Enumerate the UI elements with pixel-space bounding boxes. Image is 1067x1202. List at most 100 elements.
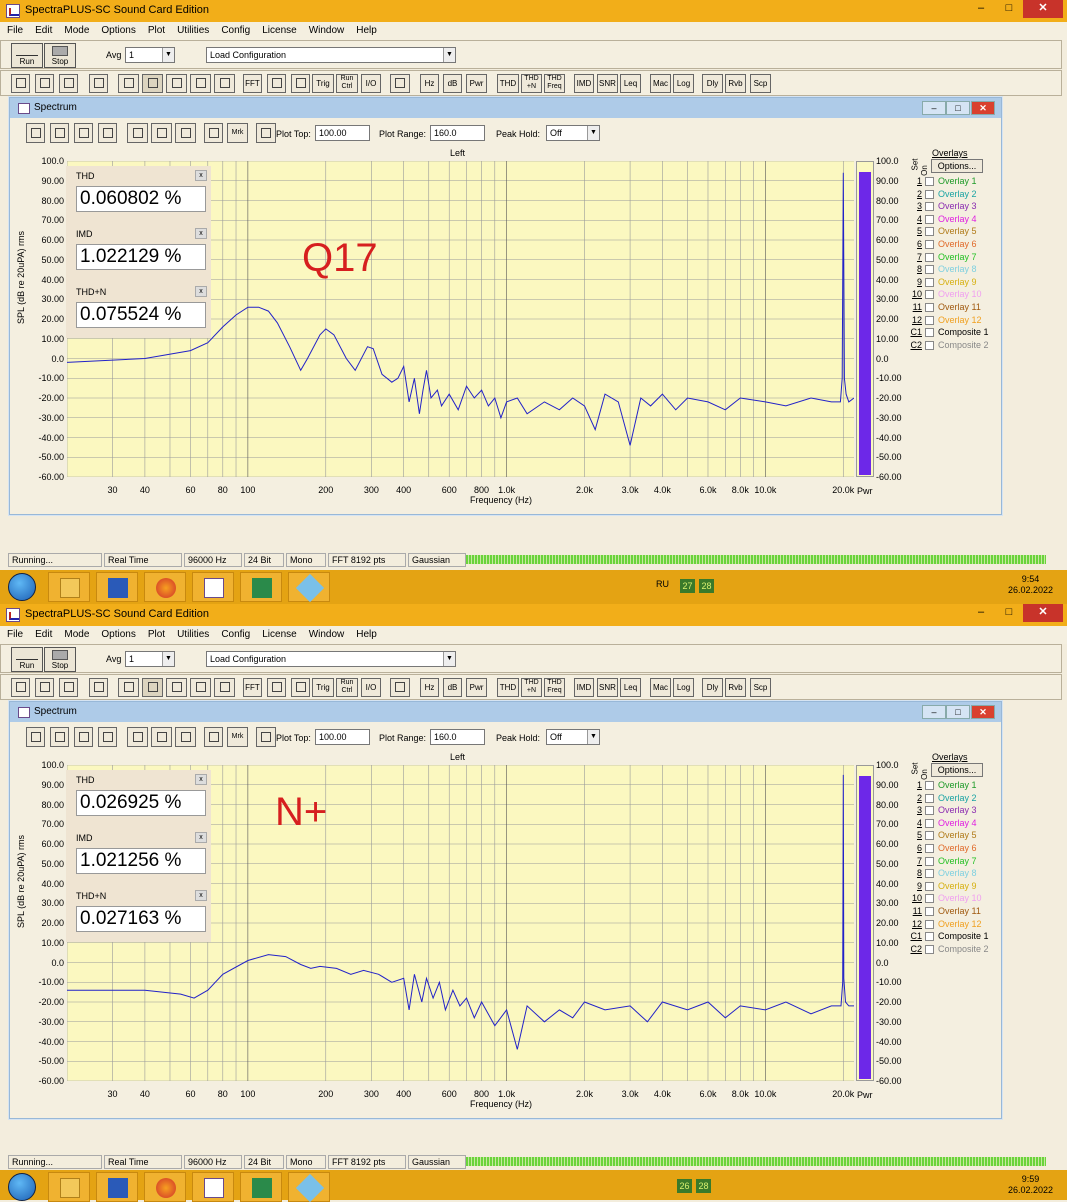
log-button[interactable]: Log bbox=[673, 74, 694, 93]
leq-button[interactable]: Leq bbox=[620, 74, 641, 93]
cursor-icon[interactable] bbox=[256, 727, 276, 747]
ruler-icon[interactable] bbox=[267, 678, 286, 697]
line-plot-icon[interactable] bbox=[127, 727, 148, 747]
overlay-set-button[interactable]: 12 bbox=[907, 919, 922, 929]
meter-close-button[interactable]: x bbox=[195, 228, 207, 239]
spectrum-minimize-button[interactable]: – bbox=[922, 705, 946, 719]
overlay-set-button[interactable]: 9 bbox=[907, 277, 922, 287]
bar-plot-icon[interactable] bbox=[175, 123, 196, 143]
overlay-checkbox[interactable] bbox=[925, 177, 934, 186]
mac-button[interactable]: Mac bbox=[650, 74, 671, 93]
menu-mode[interactable]: Mode bbox=[57, 22, 94, 36]
config-icon[interactable] bbox=[214, 678, 235, 697]
peak-hold-select[interactable]: Off ▼ bbox=[546, 729, 600, 745]
new-icon[interactable] bbox=[11, 74, 30, 93]
overlay-set-button[interactable]: C1 bbox=[907, 931, 922, 941]
overlay-checkbox[interactable] bbox=[925, 227, 934, 237]
taskbar-firefox[interactable] bbox=[144, 1172, 186, 1202]
config-select[interactable]: Load Configuration ▼ bbox=[206, 651, 456, 667]
overlay-set-button[interactable]: 4 bbox=[907, 214, 922, 224]
plot-top-input[interactable]: 100.00 bbox=[315, 729, 370, 745]
list-icon[interactable] bbox=[204, 123, 223, 143]
overlay-checkbox[interactable] bbox=[925, 944, 934, 954]
weight-icon[interactable] bbox=[291, 678, 310, 697]
menu-window[interactable]: Window bbox=[302, 22, 350, 36]
overlay-checkbox[interactable] bbox=[925, 806, 934, 816]
run-button[interactable]: Run bbox=[11, 43, 43, 68]
scp-button[interactable]: Scp bbox=[750, 74, 771, 93]
menu-config[interactable]: Config bbox=[214, 626, 255, 640]
thd-freq-button[interactable]: THD Freq bbox=[544, 74, 565, 93]
zoom-out-full-button[interactable] bbox=[98, 123, 117, 143]
thd-freq-button[interactable]: THD Freq bbox=[544, 678, 565, 697]
slope-icon[interactable] bbox=[166, 74, 187, 93]
snr-button[interactable]: SNR bbox=[597, 74, 618, 93]
overlay-checkbox[interactable] bbox=[925, 328, 934, 338]
spectrum-maximize-button[interactable]: □ bbox=[946, 705, 970, 719]
rvb-button[interactable]: Rvb bbox=[725, 678, 746, 697]
menu-edit[interactable]: Edit bbox=[28, 22, 57, 36]
zoom-in-2x-button[interactable] bbox=[50, 727, 69, 747]
overlay-checkbox[interactable] bbox=[925, 869, 934, 879]
overlay-checkbox[interactable] bbox=[925, 265, 934, 275]
overlay-set-button[interactable]: 9 bbox=[907, 881, 922, 891]
taskbar-scope[interactable] bbox=[240, 572, 282, 602]
overlay-options-button[interactable]: Options... bbox=[931, 159, 983, 173]
imd-button[interactable]: IMD bbox=[574, 678, 594, 697]
menu-options[interactable]: Options bbox=[94, 626, 140, 640]
maximize-button[interactable]: □ bbox=[995, 604, 1023, 622]
hz-button[interactable]: Hz bbox=[420, 678, 439, 697]
list-icon[interactable] bbox=[204, 727, 223, 747]
sine-icon[interactable] bbox=[390, 74, 410, 93]
meter-close-button[interactable]: x bbox=[195, 832, 207, 843]
overlay-options-button[interactable]: Options... bbox=[931, 763, 983, 777]
plot-range-input[interactable]: 160.0 bbox=[430, 729, 485, 745]
minimize-button[interactable]: – bbox=[967, 604, 995, 622]
overlay-set-button[interactable]: 1 bbox=[907, 176, 922, 186]
overlay-set-button[interactable]: 5 bbox=[907, 830, 922, 840]
overlay-set-button[interactable]: C2 bbox=[907, 340, 922, 350]
overlay-set-button[interactable]: 2 bbox=[907, 189, 922, 199]
dly-button[interactable]: Dly bbox=[702, 74, 723, 93]
overlay-checkbox[interactable] bbox=[925, 277, 934, 287]
zoom-out-full-button[interactable] bbox=[98, 727, 117, 747]
chevron-down-icon[interactable]: ▼ bbox=[162, 652, 174, 666]
overlay-checkbox[interactable] bbox=[925, 844, 934, 853]
lang-indicator[interactable]: RU bbox=[656, 579, 669, 589]
overlay-checkbox[interactable] bbox=[925, 303, 934, 312]
overlay-checkbox[interactable] bbox=[925, 315, 934, 325]
ff-icon[interactable] bbox=[118, 74, 139, 93]
fft-button[interactable]: FFT bbox=[243, 678, 262, 697]
menu-help[interactable]: Help bbox=[349, 626, 382, 640]
menu-plot[interactable]: Plot bbox=[141, 22, 170, 36]
overlay-set-button[interactable]: 3 bbox=[907, 201, 922, 211]
overlay-checkbox[interactable] bbox=[925, 290, 934, 300]
overlay-checkbox[interactable] bbox=[925, 932, 934, 942]
snr-button[interactable]: SNR bbox=[597, 678, 618, 697]
menu-utilities[interactable]: Utilities bbox=[170, 22, 214, 36]
overlay-set-button[interactable]: 10 bbox=[907, 289, 922, 299]
overlay-set-button[interactable]: 6 bbox=[907, 843, 922, 853]
overlay-checkbox[interactable] bbox=[925, 214, 934, 224]
chevron-down-icon[interactable]: ▼ bbox=[443, 48, 455, 62]
overlay-set-button[interactable]: 7 bbox=[907, 252, 922, 262]
print-icon[interactable] bbox=[89, 678, 108, 697]
weight-icon[interactable] bbox=[291, 74, 310, 93]
clock[interactable]: 9:59 26.02.2022 bbox=[1008, 1174, 1053, 1196]
overlay-set-button[interactable]: 11 bbox=[907, 906, 922, 916]
scp-button[interactable]: Scp bbox=[750, 678, 771, 697]
meter-close-button[interactable]: x bbox=[195, 890, 207, 901]
zoom-icon[interactable] bbox=[26, 123, 45, 143]
line-plot-icon[interactable] bbox=[127, 123, 148, 143]
print-icon[interactable] bbox=[89, 74, 108, 93]
maximize-button[interactable]: □ bbox=[995, 0, 1023, 18]
overlay-set-button[interactable]: C1 bbox=[907, 327, 922, 337]
open-icon[interactable] bbox=[35, 678, 54, 697]
meter-close-button[interactable]: x bbox=[195, 774, 207, 785]
taskbar-explorer[interactable] bbox=[48, 1172, 90, 1202]
thd-button[interactable]: THD bbox=[497, 678, 519, 697]
sine-icon[interactable] bbox=[390, 678, 410, 697]
config-select[interactable]: Load Configuration ▼ bbox=[206, 47, 456, 63]
log-button[interactable]: Log bbox=[673, 678, 694, 697]
menu-edit[interactable]: Edit bbox=[28, 626, 57, 640]
